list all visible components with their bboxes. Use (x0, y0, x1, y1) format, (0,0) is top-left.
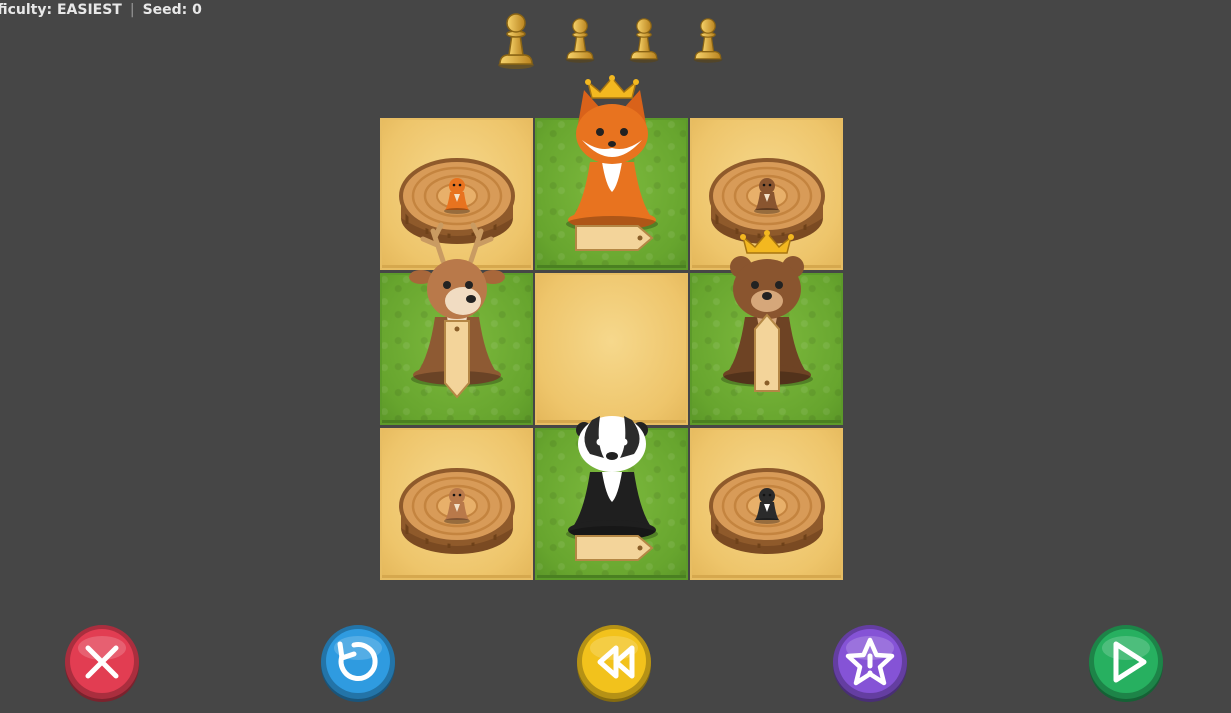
target-stump-badger (707, 456, 827, 560)
badger-piece[interactable] (547, 366, 677, 570)
fox-piece[interactable] (547, 56, 677, 260)
direction-sign-up (754, 313, 780, 392)
level-pawn (692, 14, 724, 68)
crown-icon (585, 75, 639, 99)
pawn-icon (498, 13, 534, 69)
crown-icon (740, 230, 794, 254)
badger-piece-art (566, 416, 658, 561)
rewind-button[interactable] (574, 622, 654, 702)
restart-button[interactable] (318, 622, 398, 702)
hint-button[interactable] (830, 622, 910, 702)
deer-piece-art (409, 222, 505, 399)
level-pawn (496, 8, 536, 74)
difficulty-label: fficulty: EASIEST (0, 2, 122, 18)
direction-sign-down (444, 320, 470, 399)
game-board (380, 75, 846, 588)
fox-piece-art (566, 75, 658, 251)
bear-piece[interactable] (702, 211, 832, 415)
close-button[interactable] (62, 622, 142, 702)
status-bar: fficulty: EASIEST | Seed: 0 (0, 0, 202, 20)
pawn-icon (693, 18, 723, 63)
bear-piece-art (721, 230, 813, 392)
play-button[interactable] (1086, 622, 1166, 702)
status-separator: | (129, 2, 135, 18)
deer-piece[interactable] (392, 211, 522, 415)
target-stump-deer (397, 456, 517, 560)
direction-sign-right (575, 225, 654, 251)
direction-sign-right (575, 535, 654, 561)
seed-label: Seed: 0 (142, 2, 202, 18)
